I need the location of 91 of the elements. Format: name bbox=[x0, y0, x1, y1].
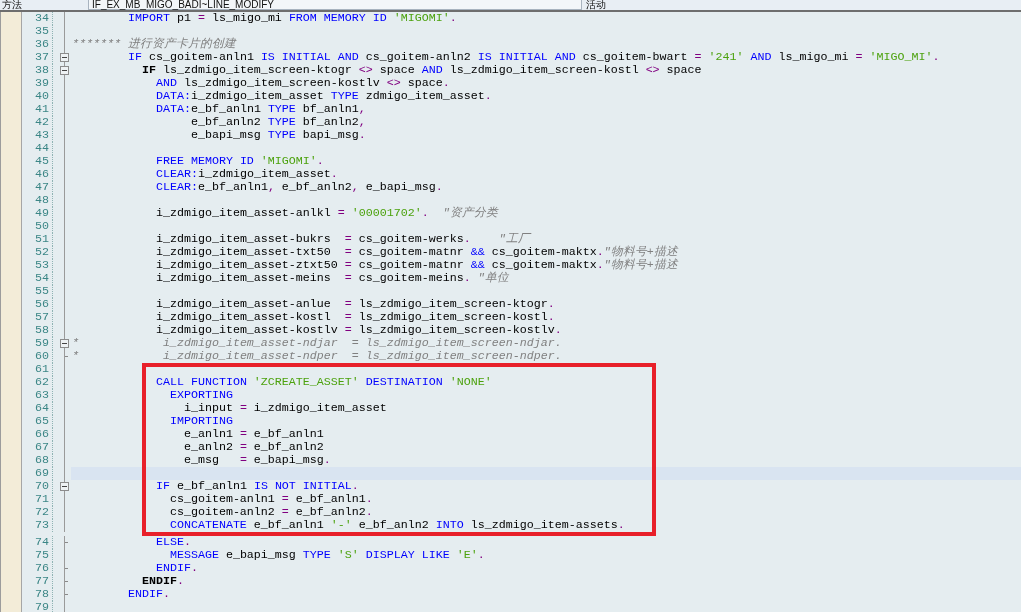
code-line: e_anln2 = e_bf_anln2 bbox=[183, 441, 324, 454]
code-line: i_zdmigo_item_asset-meins = cs_goitem-meins. "单位 bbox=[155, 272, 509, 285]
line-number: 45 bbox=[35, 155, 49, 168]
code-line: i_zdmigo_item_asset-kostl = ls_zdmigo_item_screen-kostl. bbox=[155, 311, 555, 324]
code-line: e_msg = e_bapi_msg. bbox=[183, 454, 331, 467]
line-number: 52 bbox=[35, 246, 49, 259]
line-number: 44 bbox=[35, 142, 49, 155]
line-number: 71 bbox=[35, 493, 49, 506]
code-line: i_zdmigo_item_asset-txt50 = cs_goitem-matnr && cs_goitem-maktx."物料号+描述 bbox=[155, 246, 678, 259]
line-number: 63 bbox=[35, 389, 49, 402]
code-line: DATA:e_bf_anln1 TYPE bf_anln1, bbox=[155, 103, 366, 116]
line-number: 67 bbox=[35, 441, 49, 454]
line-number: 47 bbox=[35, 181, 49, 194]
line-number: 69 bbox=[35, 467, 49, 480]
code-line: i_zdmigo_item_asset-ztxt50 = cs_goitem-matnr && cs_goitem-maktx."物料号+描述 bbox=[155, 259, 678, 272]
line-number: 65 bbox=[35, 415, 49, 428]
line-number: 35 bbox=[35, 25, 49, 38]
collapse-icon[interactable] bbox=[60, 339, 69, 348]
line-number: 49 bbox=[35, 207, 49, 220]
line-number: 38 bbox=[35, 64, 49, 77]
code-line: i_zdmigo_item_asset-kostlv = ls_zdmigo_item_screen-kostlv. bbox=[155, 324, 562, 337]
line-number: 54 bbox=[35, 272, 49, 285]
line-number: 59 bbox=[35, 337, 49, 350]
code-line: cs_goitem-anln2 = e_bf_anln2. bbox=[169, 506, 373, 519]
line-number: 51 bbox=[35, 233, 49, 246]
code-line: e_anln1 = e_bf_anln1 bbox=[183, 428, 324, 441]
code-line: MESSAGE e_bapi_msg TYPE 'S' DISPLAY LIKE 'E'. bbox=[169, 549, 485, 562]
code-line: IMPORTING bbox=[169, 415, 233, 428]
code-line: i_input = i_zdmigo_item_asset bbox=[183, 402, 387, 415]
code-line: CONCATENATE e_bf_anln1 '-' e_bf_anln2 INTO ls_zdmigo_item-assets. bbox=[169, 519, 625, 532]
line-number: 56 bbox=[35, 298, 49, 311]
code-line: * i_zdmigo_item_asset-ndper = ls_zdmigo_item_screen-ndper. bbox=[72, 350, 562, 363]
code-line: e_bf_anln2 TYPE bf_anln2, bbox=[190, 116, 366, 129]
line-number: 34 bbox=[35, 12, 49, 25]
code-line: DATA:i_zdmigo_item_asset TYPE zdmigo_item_asset. bbox=[155, 90, 492, 103]
code-line: CLEAR:i_zdmigo_item_asset. bbox=[155, 168, 338, 181]
line-number: 57 bbox=[35, 311, 49, 324]
field-label: 方法 bbox=[1, 0, 22, 10]
code-line: i_zdmigo_item_asset-bukrs = cs_goitem-werks. "工厂 bbox=[155, 233, 530, 246]
line-number: 50 bbox=[35, 220, 49, 233]
code-line: i_zdmigo_item_asset-anlue = ls_zdmigo_item_screen-ktogr. bbox=[155, 298, 555, 311]
line-number: 76 bbox=[35, 562, 49, 575]
code-line: IF cs_goitem-anln1 IS INITIAL AND cs_goitem-anln2 IS INITIAL AND cs_goitem-bwart = '241' AND ls_migo_mi = 'MIGO_MI'. bbox=[127, 51, 940, 64]
line-number: 40 bbox=[35, 90, 49, 103]
line-number: 36 bbox=[35, 38, 49, 51]
status-text: 活动 bbox=[585, 0, 606, 10]
line-number: 73 bbox=[35, 519, 49, 532]
collapse-icon[interactable] bbox=[60, 482, 69, 491]
code-line: CLEAR:e_bf_anln1, e_bf_anln2, e_bapi_msg. bbox=[155, 181, 443, 194]
line-number: 43 bbox=[35, 129, 49, 142]
code-line: CALL FUNCTION 'ZCREATE_ASSET' DESTINATION 'NONE' bbox=[155, 376, 492, 389]
code-line: IMPORT p1 = ls_migo_mi FROM MEMORY ID 'MIGOMI'. bbox=[127, 12, 457, 25]
line-number: 62 bbox=[35, 376, 49, 389]
line-number: 64 bbox=[35, 402, 49, 415]
code-line: ENDIF. bbox=[141, 575, 184, 588]
line-number: 37 bbox=[35, 51, 49, 64]
line-number: 77 bbox=[35, 575, 49, 588]
line-number: 72 bbox=[35, 506, 49, 519]
line-number: 79 bbox=[35, 601, 49, 612]
code-line: cs_goitem-anln1 = e_bf_anln1. bbox=[169, 493, 373, 506]
line-number: 42 bbox=[35, 116, 49, 129]
line-number: 41 bbox=[35, 103, 49, 116]
code-line: e_bapi_msg TYPE bapi_msg. bbox=[190, 129, 366, 142]
code-line: ENDIF. bbox=[127, 588, 170, 601]
line-number: 78 bbox=[35, 588, 49, 601]
code-line: ******* 进行资产卡片的创建 bbox=[72, 38, 236, 51]
method-name-field: IF_EX_MB_MIGO_BADI~LINE_MODIFY bbox=[88, 0, 582, 10]
line-number: 55 bbox=[35, 285, 49, 298]
line-number: 70 bbox=[35, 480, 49, 493]
line-number: 58 bbox=[35, 324, 49, 337]
line-number: 48 bbox=[35, 194, 49, 207]
line-number: 53 bbox=[35, 259, 49, 272]
line-number: 68 bbox=[35, 454, 49, 467]
code-line: i_zdmigo_item_asset-anlkl = '00001702'. "资产分类 bbox=[155, 207, 498, 220]
line-number: 66 bbox=[35, 428, 49, 441]
line-number: 74 bbox=[35, 536, 49, 549]
collapse-icon[interactable] bbox=[60, 66, 69, 75]
code-line: * i_zdmigo_item_asset-ndjar = ls_zdmigo_item_screen-ndjar. bbox=[72, 337, 562, 350]
code-line: ELSE. bbox=[155, 536, 191, 549]
line-number: 39 bbox=[35, 77, 49, 90]
code-line: IF e_bf_anln1 IS NOT INITIAL. bbox=[155, 480, 359, 493]
code-line: EXPORTING bbox=[169, 389, 233, 402]
code-line: FREE MEMORY ID 'MIGOMI'. bbox=[155, 155, 324, 168]
line-number: 61 bbox=[35, 363, 49, 376]
line-number: 46 bbox=[35, 168, 49, 181]
collapse-icon[interactable] bbox=[60, 53, 69, 62]
line-number: 60 bbox=[35, 350, 49, 363]
line-number: 75 bbox=[35, 549, 49, 562]
code-line: IF ls_zdmigo_item_screen-ktogr <> space AND ls_zdmigo_item_screen-kostl <> space bbox=[141, 64, 702, 77]
code-line: AND ls_zdmigo_item_screen-kostlv <> space. bbox=[155, 77, 450, 90]
code-line: ENDIF. bbox=[155, 562, 198, 575]
